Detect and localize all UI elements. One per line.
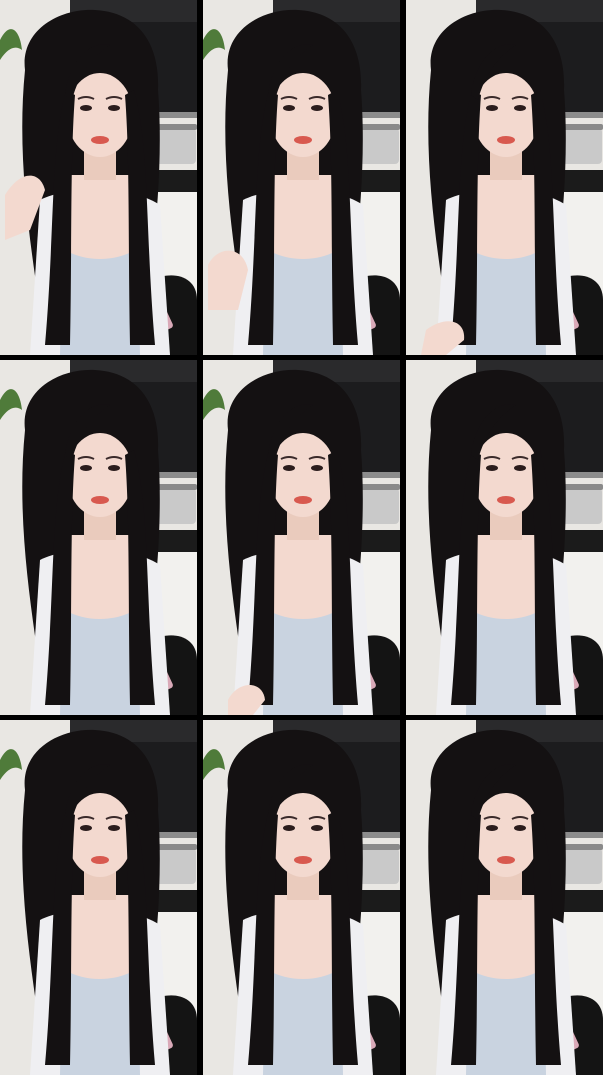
face [67,793,133,877]
frame-image [406,0,603,355]
left-eye [80,825,92,831]
face [270,73,336,157]
photo-frame [0,720,197,1075]
lips [294,856,312,864]
photo-collage-grid [0,0,603,1075]
lips [294,136,312,144]
left-eye [486,105,498,111]
face [473,433,539,517]
left-eye [283,465,295,471]
photo-frame [203,0,400,355]
left-eye [80,105,92,111]
right-eye [108,465,120,471]
face [473,793,539,877]
face [270,793,336,877]
left-eye [283,825,295,831]
frame-image [406,360,603,715]
right-eye [514,465,526,471]
chest [65,535,135,619]
photo-frame [0,0,197,355]
right-eye [108,825,120,831]
right-eye [311,825,323,831]
frame-image [203,0,400,355]
lips [497,496,515,504]
chest [268,535,338,619]
chest [268,895,338,979]
face [67,433,133,517]
left-eye [486,825,498,831]
photo-frame [406,720,603,1075]
chest [471,535,541,619]
photo-frame [406,0,603,355]
frame-image [0,720,197,1075]
frame-image [406,720,603,1075]
chest [65,895,135,979]
lips [294,496,312,504]
right-eye [514,105,526,111]
right-eye [108,105,120,111]
photo-frame [203,720,400,1075]
right-eye [311,465,323,471]
chest [471,895,541,979]
photo-frame [0,360,197,715]
face [67,73,133,157]
lips [497,136,515,144]
chest [268,175,338,259]
photo-frame [203,360,400,715]
lips [91,136,109,144]
frame-image [203,720,400,1075]
frame-image [203,360,400,715]
face [270,433,336,517]
chest [65,175,135,259]
left-eye [486,465,498,471]
right-eye [514,825,526,831]
chest [471,175,541,259]
left-eye [283,105,295,111]
lips [91,496,109,504]
face [473,73,539,157]
photo-frame [406,360,603,715]
frame-image [0,0,197,355]
lips [91,856,109,864]
right-eye [311,105,323,111]
lips [497,856,515,864]
left-eye [80,465,92,471]
frame-image [0,360,197,715]
